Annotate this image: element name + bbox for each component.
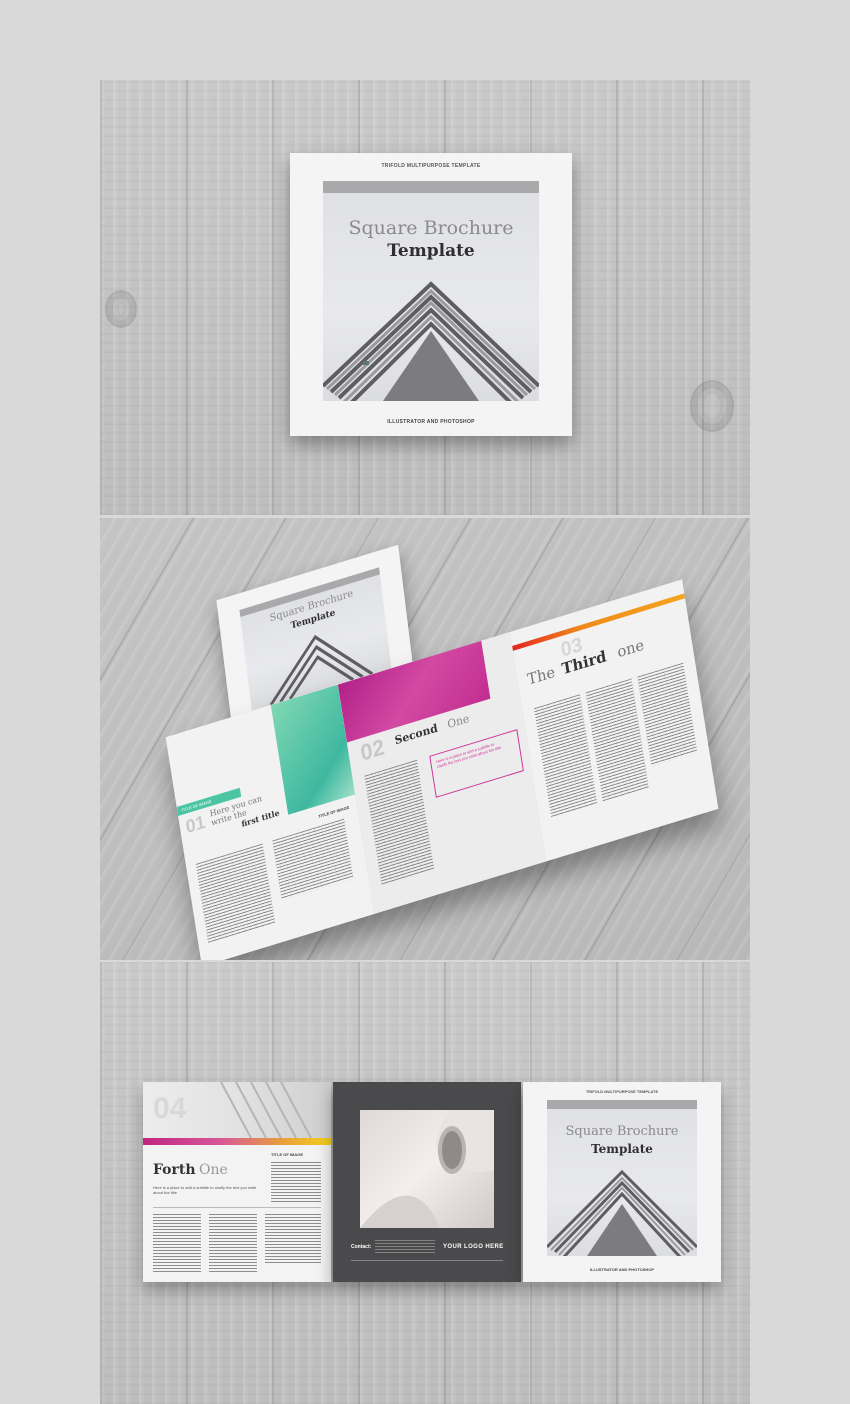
page3-heading-end: one bbox=[615, 635, 646, 662]
front-cover-image: Square Brochure Template bbox=[547, 1100, 697, 1256]
inside-page-1: TITLE OF IMAGE 01 Here you can write the… bbox=[165, 684, 375, 960]
contact-label: Contact: bbox=[351, 1244, 372, 1250]
page4-body-text bbox=[209, 1214, 257, 1272]
page3-body-text bbox=[534, 694, 598, 818]
back-panel-divider bbox=[351, 1260, 503, 1261]
page2-number: 02 bbox=[358, 733, 387, 766]
outside-back-panel: Contact: YOUR LOGO HERE bbox=[333, 1082, 521, 1282]
page2-heading-light: One bbox=[446, 711, 471, 732]
cover-bottom-label: ILLUSTRATOR AND PHOTOSHOP bbox=[387, 419, 475, 425]
brochure-cover: TRIFOLD MULTIPURPOSE TEMPLATE Square Bro… bbox=[290, 153, 572, 436]
page1-number: 01 bbox=[184, 811, 207, 838]
architecture-illustration bbox=[360, 1110, 494, 1228]
page2-body-text bbox=[364, 759, 435, 886]
page4-gradient-bar bbox=[143, 1138, 331, 1145]
cover-image: Square Brochure Template bbox=[323, 181, 539, 401]
page4-heading-bold: Forth bbox=[153, 1162, 196, 1178]
page1-image-caption: TITLE OF IMAGE bbox=[318, 804, 350, 819]
page3-body-text bbox=[585, 678, 649, 803]
page4-image-title: TITLE OF IMAGE bbox=[271, 1152, 303, 1157]
page4-body-text bbox=[153, 1214, 201, 1272]
back-panel-photo bbox=[360, 1110, 494, 1228]
page4-body-text bbox=[265, 1214, 321, 1264]
page4-divider bbox=[153, 1207, 321, 1208]
building-illustration bbox=[547, 1169, 697, 1256]
front-bottom-label: ILLUSTRATOR AND PHOTOSHOP bbox=[589, 1267, 655, 1272]
cover-top-label: TRIFOLD MULTIPURPOSE TEMPLATE bbox=[381, 163, 481, 169]
page4-subtitle: Here is a place to add a subtitle to cla… bbox=[153, 1185, 257, 1195]
page3-body-text bbox=[637, 662, 698, 767]
building-facade-illustration bbox=[220, 1082, 312, 1138]
page4-side-text bbox=[271, 1162, 321, 1202]
inside-page-2: 02 Second One Here is a place to add a s… bbox=[337, 631, 547, 915]
outside-spread-scene: 04 Forth One TITLE OF IMAGE Here is a pl… bbox=[100, 962, 750, 1404]
page3-heading-light: The bbox=[526, 662, 557, 689]
orange-bar bbox=[512, 593, 686, 651]
page1-body-text bbox=[195, 843, 276, 944]
contact-text bbox=[375, 1240, 435, 1254]
logo-placeholder: YOUR LOGO HERE bbox=[443, 1244, 504, 1250]
wood-knot bbox=[105, 290, 137, 328]
inside-page-3: 03 The Third one bbox=[509, 579, 719, 862]
outside-page-4: 04 Forth One TITLE OF IMAGE Here is a pl… bbox=[143, 1082, 331, 1282]
page4-heading-light: One bbox=[199, 1162, 228, 1178]
outside-front-cover: TRIFOLD MULTIPURPOSE TEMPLATE Square Bro… bbox=[523, 1082, 721, 1282]
wood-knot bbox=[690, 380, 734, 432]
cover-scene: TRIFOLD MULTIPURPOSE TEMPLATE Square Bro… bbox=[100, 80, 750, 515]
front-top-label: TRIFOLD MULTIPURPOSE TEMPLATE bbox=[585, 1089, 659, 1094]
inside-spread-scene: Square Brochure Template TITLE OF IMAGE … bbox=[100, 518, 750, 960]
page4-number: 04 bbox=[153, 1092, 187, 1125]
building-illustration bbox=[323, 281, 539, 401]
page1-body-text bbox=[272, 818, 354, 901]
